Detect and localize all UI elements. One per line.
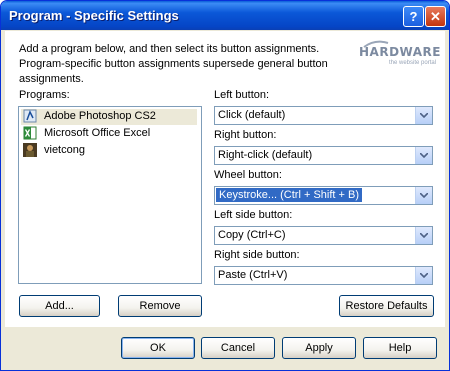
wheel-button-label: Wheel button:	[214, 169, 282, 181]
chevron-down-icon[interactable]	[415, 227, 432, 244]
description-text: Add a program below, and then select its…	[19, 43, 328, 85]
restore-defaults-button[interactable]: Restore Defaults	[339, 295, 434, 317]
watermark-main: HARDWARE	[359, 45, 441, 59]
right-button-label: Right button:	[214, 129, 277, 141]
vietcong-icon	[23, 143, 37, 157]
right-side-button-value: Paste (Ctrl+V)	[218, 269, 288, 281]
left-side-button-value: Copy (Ctrl+C)	[218, 229, 286, 241]
photoshop-icon	[23, 109, 37, 123]
add-program-button[interactable]: Add...	[19, 295, 100, 317]
chevron-down-icon[interactable]	[415, 147, 432, 164]
watermark-sub: the website portal	[389, 60, 437, 66]
help-title-button[interactable]: ?	[403, 6, 424, 27]
close-title-button[interactable]: ✕	[425, 6, 446, 27]
cancel-button[interactable]: Cancel	[201, 337, 275, 359]
watermark-logo: HARDWARE the website portal	[359, 39, 441, 69]
wheel-button-value: Keystroke... (Ctrl + Shift + B)	[215, 187, 363, 203]
programs-list[interactable]: Adobe Photoshop CS2 Microsoft Office Exc…	[18, 106, 202, 284]
left-side-button-label: Left side button:	[214, 209, 293, 221]
left-button-value: Click (default)	[218, 109, 286, 121]
program-item-excel[interactable]: Microsoft Office Excel	[21, 126, 197, 142]
program-name: Adobe Photoshop CS2	[44, 110, 156, 122]
ok-button[interactable]: OK	[121, 337, 195, 359]
help-icon: ?	[409, 9, 418, 24]
program-name: Microsoft Office Excel	[44, 127, 151, 139]
right-side-button-label: Right side button:	[214, 249, 300, 261]
window-title: Program - Specific Settings	[9, 8, 179, 23]
right-side-button-select[interactable]: Paste (Ctrl+V)	[214, 266, 433, 285]
programs-label: Programs:	[19, 89, 70, 101]
remove-program-button[interactable]: Remove	[118, 295, 202, 317]
chevron-down-icon[interactable]	[415, 107, 432, 124]
left-button-label: Left button:	[214, 89, 270, 101]
excel-icon	[23, 126, 37, 140]
wheel-button-select[interactable]: Keystroke... (Ctrl + Shift + B)	[214, 186, 433, 205]
title-bar[interactable]: Program - Specific Settings ? ✕	[1, 1, 449, 30]
help-button[interactable]: Help	[363, 337, 437, 359]
right-button-select[interactable]: Right-click (default)	[214, 146, 433, 165]
chevron-down-icon[interactable]	[415, 267, 432, 284]
chevron-down-icon[interactable]	[415, 187, 432, 204]
content-panel: Add a program below, and then select its…	[5, 31, 445, 327]
left-button-select[interactable]: Click (default)	[214, 106, 433, 125]
program-item-vietcong[interactable]: vietcong	[21, 143, 197, 159]
apply-button[interactable]: Apply	[282, 337, 356, 359]
program-item-photoshop[interactable]: Adobe Photoshop CS2	[21, 109, 197, 125]
program-name: vietcong	[44, 144, 85, 156]
right-button-value: Right-click (default)	[218, 149, 313, 161]
left-side-button-select[interactable]: Copy (Ctrl+C)	[214, 226, 433, 245]
settings-dialog: Program - Specific Settings ? ✕ Add a pr…	[0, 0, 450, 371]
close-icon: ✕	[430, 9, 441, 24]
